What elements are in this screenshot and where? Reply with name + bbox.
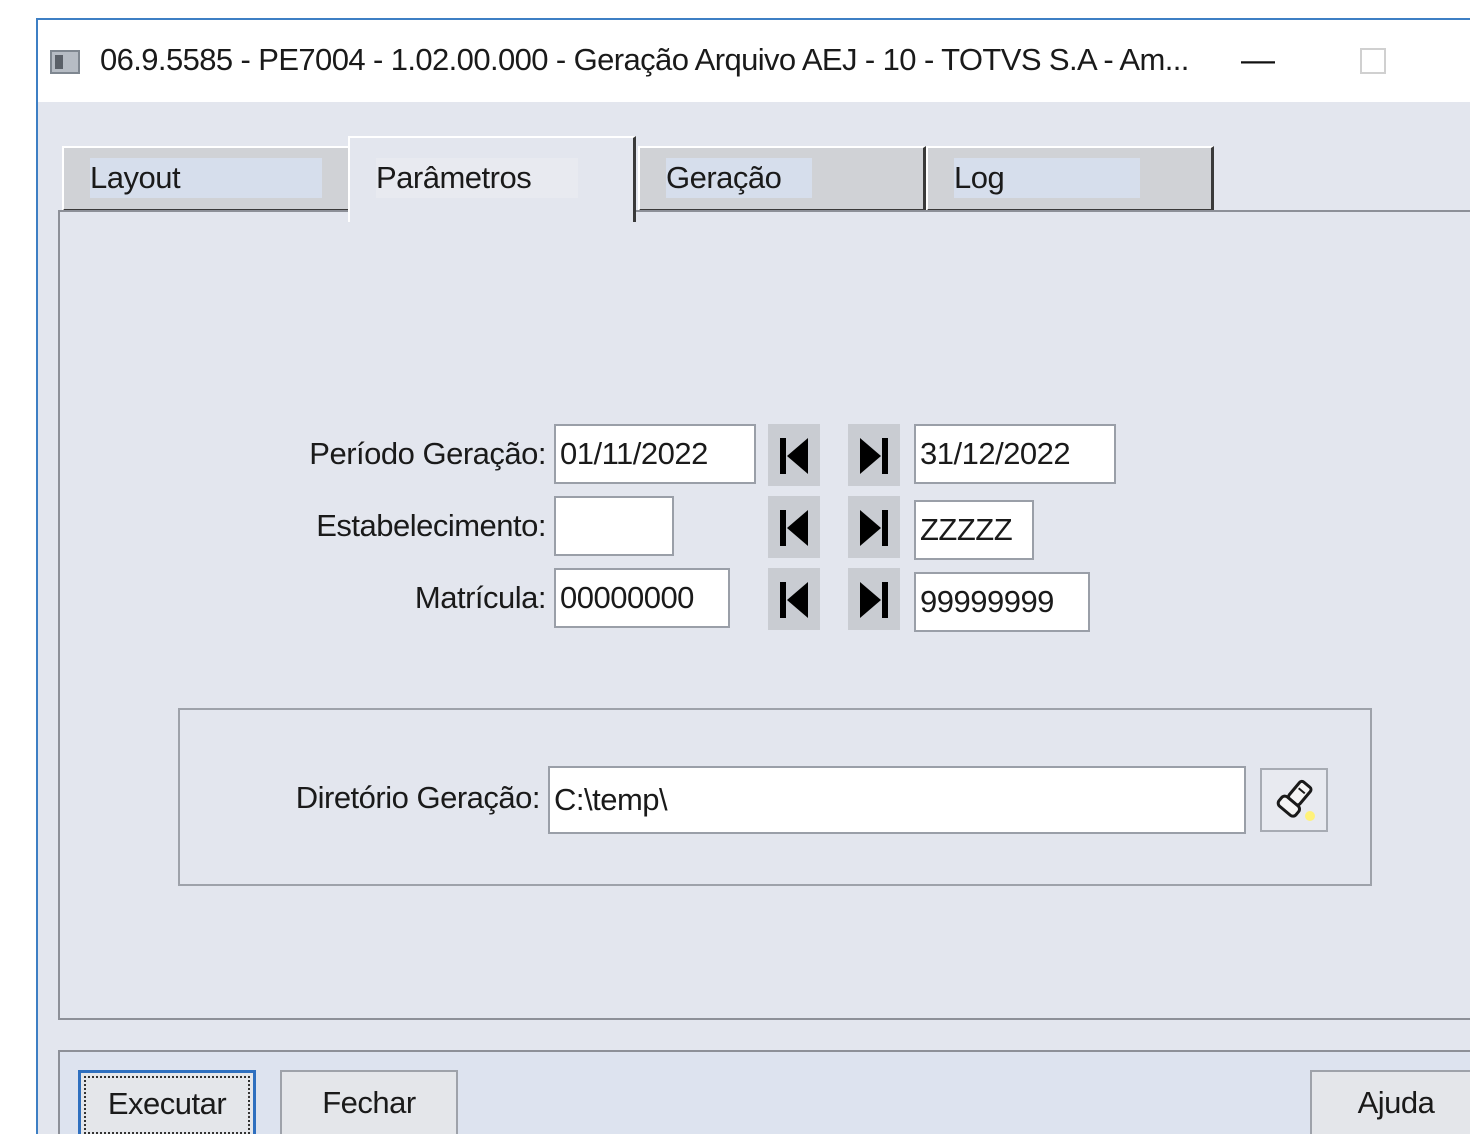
first-record-icon	[780, 582, 808, 618]
estabelecimento-inicial-input[interactable]	[554, 496, 674, 556]
tab-log[interactable]: Log	[926, 146, 1214, 212]
estabelecimento-last-button[interactable]	[848, 496, 900, 558]
tab-label: Geração	[666, 158, 812, 198]
window-title: 06.9.5585 - PE7004 - 1.02.00.000 - Geraç…	[100, 42, 1189, 77]
ajuda-button[interactable]: Ajuda	[1310, 1070, 1470, 1134]
matricula-inicial-input[interactable]	[554, 568, 730, 628]
tab-layout[interactable]: Layout	[62, 146, 352, 212]
estabelecimento-first-button[interactable]	[768, 496, 820, 558]
last-record-icon	[860, 510, 888, 546]
tab-label: Layout	[90, 158, 322, 198]
app-window: 06.9.5585 - PE7004 - 1.02.00.000 - Geraç…	[36, 18, 1470, 1134]
matricula-first-button[interactable]	[768, 568, 820, 630]
executar-button[interactable]: Executar	[78, 1070, 256, 1134]
last-record-icon	[860, 582, 888, 618]
tab-geracao[interactable]: Geração	[638, 146, 926, 212]
last-record-icon	[860, 438, 888, 474]
periodo-last-button[interactable]	[848, 424, 900, 486]
periodo-inicial-input[interactable]	[554, 424, 756, 484]
tab-parametros[interactable]: Parâmetros	[348, 136, 636, 222]
matricula-final-input[interactable]	[914, 572, 1090, 632]
periodo-final-input[interactable]	[914, 424, 1116, 484]
tab-label: Log	[954, 158, 1140, 198]
tab-label: Parâmetros	[376, 158, 578, 198]
matricula-label: Matrícula:	[414, 580, 547, 615]
periodo-geracao-label: Período Geração:	[309, 436, 546, 471]
matricula-last-button[interactable]	[848, 568, 900, 630]
estabelecimento-label: Estabelecimento:	[316, 508, 546, 543]
maximize-button[interactable]	[1360, 48, 1386, 74]
first-record-icon	[780, 438, 808, 474]
periodo-first-button[interactable]	[768, 424, 820, 486]
app-icon	[50, 50, 80, 74]
diretorio-geracao-label: Diretório Geração:	[295, 780, 541, 815]
minimize-button[interactable]: —	[1228, 38, 1288, 86]
fechar-button[interactable]: Fechar	[280, 1070, 458, 1134]
title-bar: 06.9.5585 - PE7004 - 1.02.00.000 - Geraç…	[38, 20, 1470, 102]
estabelecimento-final-input[interactable]	[914, 500, 1034, 560]
focus-indicator	[84, 1076, 250, 1134]
button-bar	[58, 1050, 1470, 1134]
diretorio-geracao-input[interactable]	[548, 766, 1246, 834]
flashlight-icon	[1276, 779, 1315, 821]
browse-directory-button[interactable]	[1260, 768, 1328, 832]
first-record-icon	[780, 510, 808, 546]
